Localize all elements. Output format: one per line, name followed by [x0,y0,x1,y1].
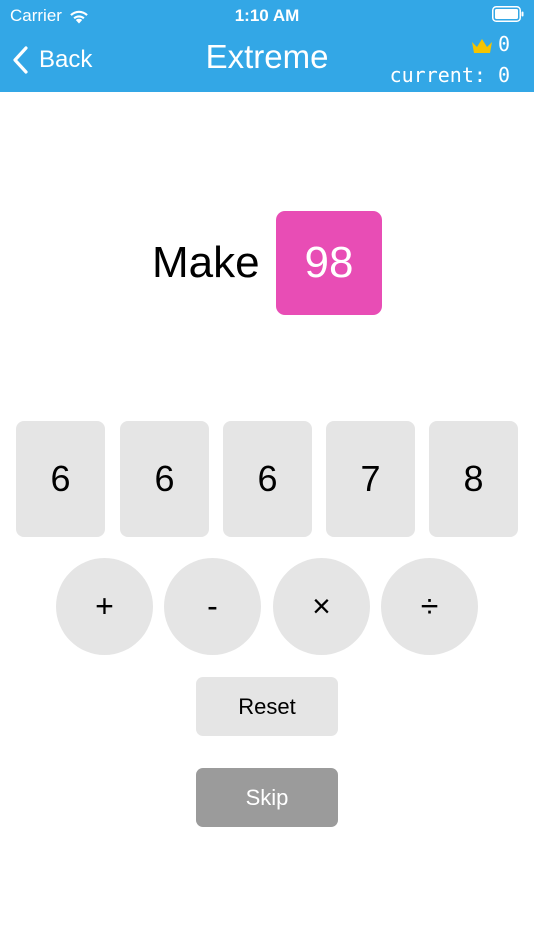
current-score-value: 0 [497,63,510,87]
add-button[interactable]: + [56,558,153,655]
number-card-3[interactable]: 6 [223,421,312,537]
crown-icon [472,39,492,53]
current-score: current: 0 [390,63,510,87]
subtract-button[interactable]: - [164,558,261,655]
target-number: 98 [276,211,382,315]
number-card-2[interactable]: 6 [120,421,209,537]
battery-icon [492,6,524,22]
current-score-label: current: [389,63,486,87]
number-card-4[interactable]: 7 [326,421,415,537]
number-card-1[interactable]: 6 [16,421,105,537]
status-time: 1:10 AM [234,6,300,25]
multiply-button[interactable]: × [273,558,370,655]
skip-button[interactable]: Skip [196,768,338,827]
navigation-header: Carrier 1:10 AM Back Extreme 0 current: … [0,0,534,92]
make-label: Make [152,238,260,287]
reset-button[interactable]: Reset [196,677,338,736]
number-card-5[interactable]: 8 [429,421,518,537]
divide-button[interactable]: ÷ [381,558,478,655]
best-score: 0 [497,32,510,56]
